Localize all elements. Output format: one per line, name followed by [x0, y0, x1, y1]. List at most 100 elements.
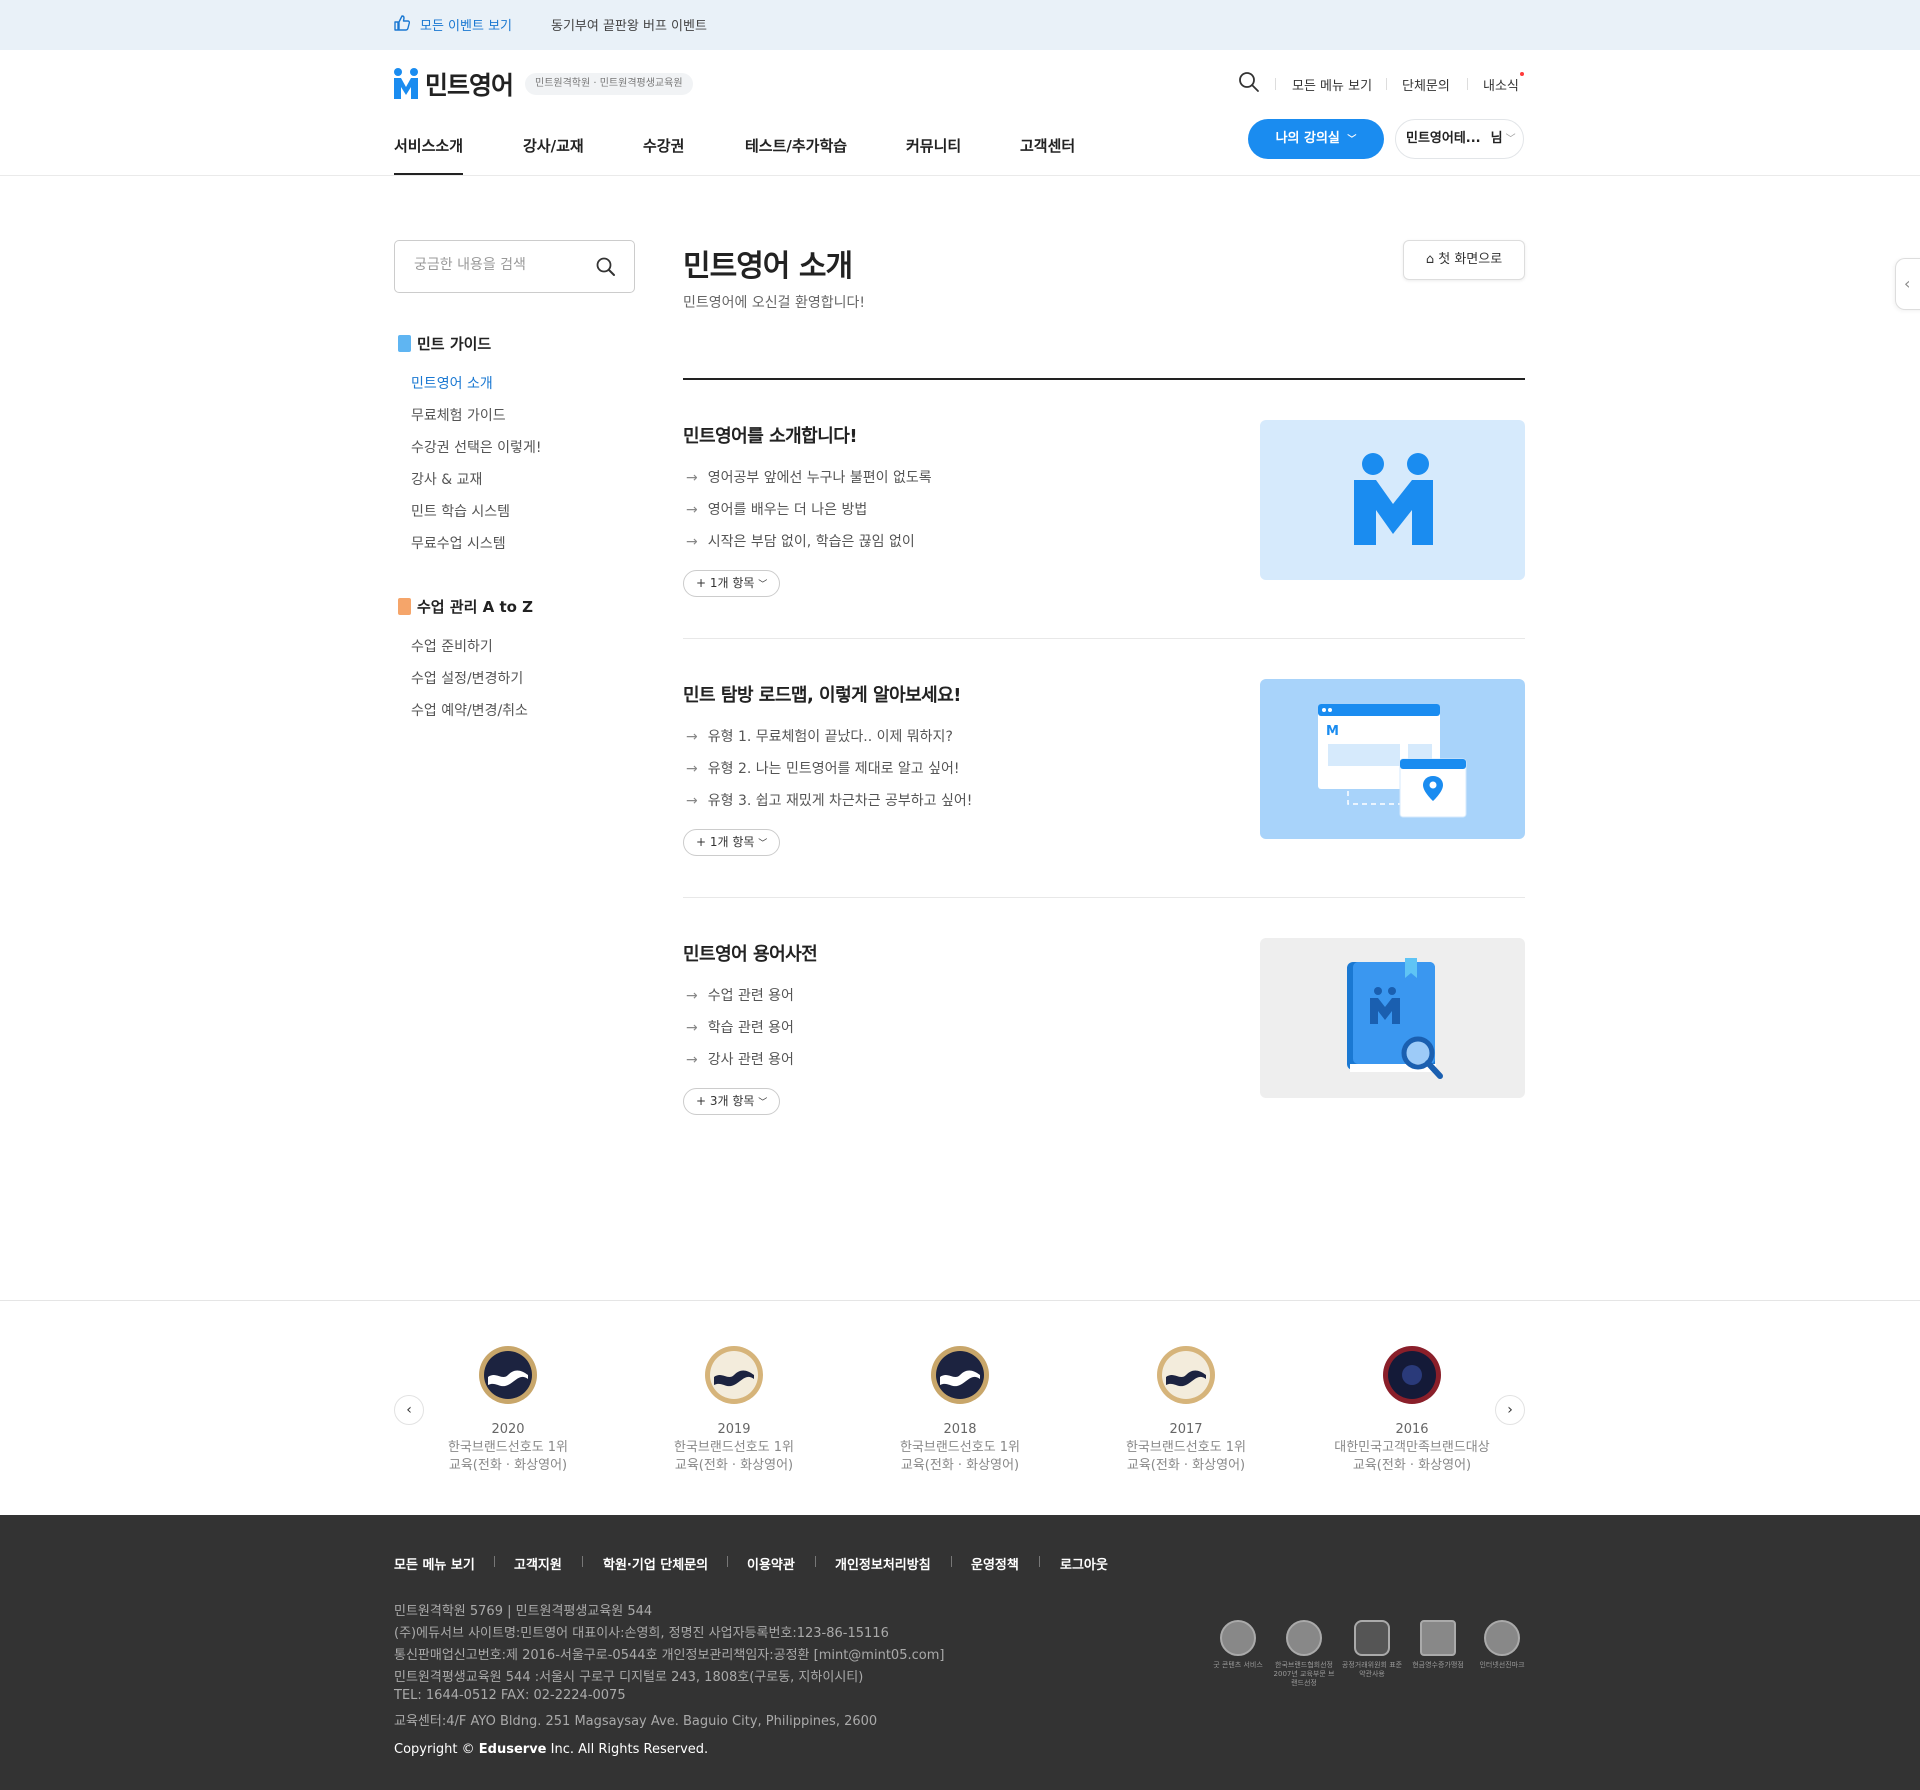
- search-icon[interactable]: [1238, 71, 1260, 93]
- footer-link-privacy[interactable]: 개인정보처리방침: [835, 1554, 931, 1573]
- award-item: 2016 대한민국고객만족브랜드대상 교육(전화 · 화상영어): [1322, 1345, 1502, 1475]
- my-lecture-button[interactable]: 나의 강의실 ﹀: [1248, 119, 1384, 159]
- cert-badge: 한국브랜드협회선정 2007년 교육부문 브랜드선정: [1272, 1620, 1336, 1688]
- card-list-item[interactable]: → 유형 1. 무료체험이 끝났다.. 이제 뭐하지?: [686, 726, 953, 746]
- footer-separator: [951, 1556, 952, 1567]
- footer-link-logout[interactable]: 로그아웃: [1060, 1554, 1108, 1573]
- expand-more-button[interactable]: + 1개 항목 ﹀: [683, 829, 781, 856]
- card-list-item[interactable]: → 유형 2. 나는 민트영어를 제대로 알고 싶어!: [686, 758, 959, 778]
- card-list-item[interactable]: → 수업 관련 용어: [686, 985, 794, 1005]
- nav-service-intro[interactable]: 서비스소개: [394, 135, 463, 156]
- event-bar: 모든 이벤트 보기 동기부여 끝판왕 버프 이벤트: [0, 0, 1920, 50]
- logo-text[interactable]: 민트영어: [425, 66, 514, 102]
- arrow-right-icon: →: [686, 1020, 698, 1036]
- award-medal-icon: [1157, 1346, 1215, 1404]
- card-list-item[interactable]: → 영어공부 앞에선 누구나 불편이 없도록: [686, 467, 932, 487]
- nav-tickets[interactable]: 수강권: [643, 135, 684, 156]
- award-title: 한국브랜드선호도 1위: [899, 1440, 1021, 1455]
- chevron-down-icon: ﹀: [1505, 134, 1516, 145]
- logo-icon[interactable]: [393, 67, 419, 99]
- award-medal-icon: [931, 1346, 989, 1404]
- intro-illustration[interactable]: [1260, 420, 1525, 580]
- user-name: 민트영어테...: [1406, 131, 1481, 146]
- roadmap-illustration[interactable]: M: [1260, 679, 1525, 839]
- cert-badge: 굿 콘텐츠 서비스: [1206, 1620, 1270, 1670]
- award-medal-icon: [705, 1346, 763, 1404]
- card-list-item[interactable]: → 학습 관련 용어: [686, 1017, 794, 1037]
- page-title: 민트영어 소개: [683, 249, 853, 284]
- award-title: 대한민국고객만족브랜드대상: [1334, 1440, 1490, 1455]
- cert-badge: 현금영수증가맹점: [1406, 1620, 1470, 1670]
- card-list-item[interactable]: → 강사 관련 용어: [686, 1049, 794, 1069]
- sidebar-item-intro[interactable]: 민트영어 소개: [411, 373, 493, 393]
- footer-separator: [727, 1556, 728, 1567]
- footer-separator: [815, 1556, 816, 1567]
- sidebar-item-class-booking[interactable]: 수업 예약/변경/취소: [411, 700, 528, 720]
- logo-badge: 민트원격학원 · 민트원격평생교육원: [525, 73, 693, 95]
- arrow-right-icon: →: [686, 793, 698, 809]
- side-panel-toggle[interactable]: ‹: [1895, 258, 1920, 310]
- card-title[interactable]: 민트 탐방 로드맵, 이렇게 알아보세요!: [683, 681, 962, 707]
- award-item: 2020 한국브랜드선호도 1위 교육(전화 · 화상영어): [418, 1345, 598, 1475]
- sidebar-item-ticket-guide[interactable]: 수강권 선택은 이렇게!: [411, 437, 541, 457]
- nav-teachers-books[interactable]: 강사/교재: [523, 135, 584, 156]
- sidebar-item-class-settings[interactable]: 수업 설정/변경하기: [411, 668, 523, 688]
- brand-association-icon: [1286, 1620, 1322, 1656]
- sidebar-group-title: 수업 관리 A to Z: [417, 598, 534, 616]
- header-divider: [0, 175, 1920, 176]
- sidebar-group-title: 민트 가이드: [417, 335, 492, 353]
- all-menu-link[interactable]: 모든 메뉴 보기: [1292, 75, 1372, 94]
- arrow-right-icon: →: [686, 534, 698, 550]
- award-category: 교육(전화 · 화상영어): [900, 1458, 1020, 1473]
- footer-link-terms[interactable]: 이용약관: [747, 1554, 795, 1573]
- book-icon: [398, 335, 411, 352]
- nav-customer-center[interactable]: 고객센터: [1020, 135, 1075, 156]
- nav-community[interactable]: 커뮤니티: [906, 135, 961, 156]
- card-list-item[interactable]: → 영어를 배우는 더 나은 방법: [686, 499, 867, 519]
- award-category: 교육(전화 · 화상영어): [1126, 1458, 1246, 1473]
- footer-link-all-menu[interactable]: 모든 메뉴 보기: [394, 1554, 475, 1573]
- my-news-link[interactable]: 내소식: [1483, 75, 1519, 94]
- card-title[interactable]: 민트영어 용어사전: [683, 940, 818, 966]
- sidebar-item-class-prep[interactable]: 수업 준비하기: [411, 636, 493, 656]
- all-events-link[interactable]: 모든 이벤트 보기: [420, 15, 512, 34]
- award-item: 2019 한국브랜드선호도 1위 교육(전화 · 화상영어): [644, 1345, 824, 1475]
- sidebar-item-free-class[interactable]: 무료수업 시스템: [411, 533, 506, 553]
- browser-map-icon: M: [1318, 704, 1467, 818]
- footer-info-line: (주)에듀서브 사이트명:민트영어 대표이사:손영희, 정명진 사업자등록번호:…: [394, 1626, 889, 1641]
- event-promo-link[interactable]: 동기부여 끝판왕 버프 이벤트: [551, 15, 707, 34]
- search-icon[interactable]: [595, 256, 617, 278]
- footer-link-group-inquiry[interactable]: 학원·기업 단체문의: [603, 1554, 708, 1573]
- sidebar-item-teachers[interactable]: 강사 & 교재: [411, 469, 482, 489]
- award-title: 한국브랜드선호도 1위: [447, 1440, 569, 1455]
- footer-info-line: 통신판매업신고번호:제 2016-서울구로-0544호 개인정보관리책임자:공정…: [394, 1648, 945, 1663]
- page-subtitle: 민트영어에 오신걸 환영합니다!: [683, 295, 865, 311]
- card-list-item[interactable]: → 시작은 부담 없이, 학습은 끊임 없이: [686, 531, 915, 551]
- glossary-illustration[interactable]: [1260, 938, 1525, 1098]
- sidebar-item-free-trial[interactable]: 무료체험 가이드: [411, 405, 506, 425]
- expand-more-button[interactable]: + 3개 항목 ﹀: [683, 1088, 781, 1115]
- award-year: 2016: [1395, 1422, 1429, 1437]
- award-medal-icon: [1383, 1346, 1441, 1404]
- footer-link-support[interactable]: 고객지원: [514, 1554, 562, 1573]
- sidebar-search-input[interactable]: [414, 257, 584, 273]
- award-year: 2019: [717, 1422, 751, 1437]
- thumbs-up-icon: [394, 15, 411, 31]
- award-item: 2018 한국브랜드선호도 1위 교육(전화 · 화상영어): [870, 1345, 1050, 1475]
- arrow-right-icon: →: [686, 502, 698, 518]
- header-separator: [1275, 78, 1276, 90]
- cash-receipt-icon: [1420, 1620, 1456, 1656]
- card-title[interactable]: 민트영어를 소개합니다!: [683, 422, 858, 448]
- expand-more-button[interactable]: + 1개 항목 ﹀: [683, 570, 781, 597]
- sidebar-item-study-system[interactable]: 민트 학습 시스템: [411, 501, 510, 521]
- card-list-item[interactable]: → 유형 3. 쉽고 재밌게 차근차근 공부하고 싶어!: [686, 790, 972, 810]
- arrow-right-icon: →: [686, 729, 698, 745]
- home-button[interactable]: ⌂ 첫 화면으로: [1403, 240, 1525, 280]
- footer-link-policy[interactable]: 운영정책: [971, 1554, 1019, 1573]
- chevron-left-icon: ‹: [406, 1402, 412, 1418]
- notification-dot: [1520, 72, 1524, 76]
- user-menu-button[interactable]: 민트영어테... 님 ﹀: [1395, 119, 1524, 159]
- group-inquiry-link[interactable]: 단체문의: [1402, 75, 1450, 94]
- nav-test-study[interactable]: 테스트/추가학습: [745, 135, 847, 156]
- home-icon: ⌂: [1425, 252, 1435, 267]
